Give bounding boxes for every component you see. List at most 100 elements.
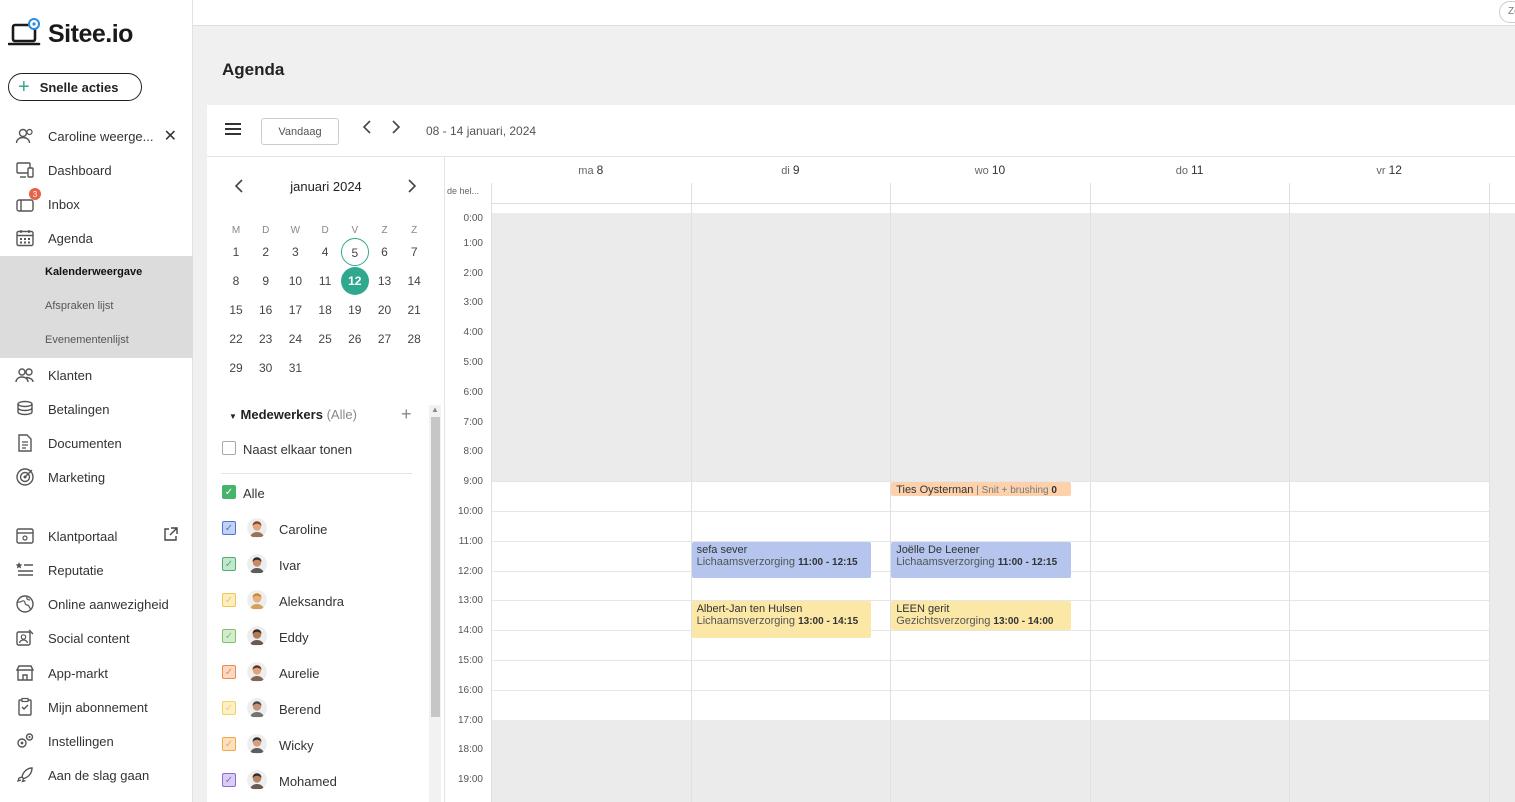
subnav-kalenderweergave[interactable]: Kalenderweergave bbox=[45, 266, 142, 278]
mini-cal-day[interactable]: 9 bbox=[252, 267, 280, 295]
chevron-left-icon[interactable] bbox=[362, 120, 372, 139]
nav-betalingen[interactable]: Betalingen bbox=[0, 392, 193, 426]
nav-mijn-abonnement[interactable]: Mijn abonnement bbox=[0, 690, 193, 724]
chevron-right-icon[interactable] bbox=[391, 120, 401, 139]
staff-scrollbar[interactable]: ▲ bbox=[429, 405, 441, 802]
staff-checkbox[interactable]: ✓ bbox=[222, 593, 236, 607]
nav-inbox[interactable]: 3 Inbox bbox=[0, 187, 193, 221]
staff-checkbox[interactable]: ✓ bbox=[222, 737, 236, 751]
calendar-event[interactable]: Ties Oysterman | Snit + brushing 0 bbox=[891, 482, 1071, 497]
scroll-up-icon[interactable]: ▲ bbox=[431, 405, 439, 414]
mini-cal-day[interactable]: 30 bbox=[252, 354, 280, 382]
mini-cal-day[interactable]: 27 bbox=[371, 325, 399, 353]
calendar-event[interactable]: Albert-Jan ten Hulsen Lichaamsverzorging … bbox=[691, 601, 872, 638]
mini-cal-day[interactable]: 10 bbox=[281, 267, 309, 295]
mini-cal-day[interactable]: 2 bbox=[252, 238, 280, 266]
hour-label: 12:00 bbox=[457, 565, 483, 577]
nav-dashboard[interactable]: Dashboard bbox=[0, 153, 193, 187]
day-header[interactable]: do 11 bbox=[1090, 157, 1290, 185]
event-client-name: Ties Oysterman bbox=[896, 484, 974, 497]
nav-klanten[interactable]: Klanten bbox=[0, 358, 193, 392]
side-by-side-checkbox[interactable] bbox=[222, 441, 236, 455]
external-link-icon[interactable] bbox=[163, 527, 178, 545]
scroll-thumb[interactable] bbox=[431, 417, 440, 717]
mini-cal-weekday: Z bbox=[381, 225, 388, 236]
mini-cal-day[interactable]: 19 bbox=[341, 296, 369, 324]
day-header[interactable]: ma 8 bbox=[491, 157, 691, 185]
staff-checkbox[interactable]: ✓ bbox=[222, 629, 236, 643]
mini-cal-day[interactable]: 28 bbox=[400, 325, 428, 353]
nav-app-markt[interactable]: App-markt bbox=[0, 656, 193, 690]
calendar-event[interactable]: Joëlle De Leener Lichaamsverzorging 11:00… bbox=[891, 541, 1071, 579]
mini-cal-weekday: V bbox=[351, 225, 359, 236]
staff-name: Berend bbox=[279, 702, 321, 717]
day-header[interactable]: vr 12 bbox=[1289, 157, 1489, 185]
nav-klantportaal[interactable]: Klantportaal bbox=[0, 519, 193, 553]
subnav-evenementenlijst[interactable]: Evenementenlijst bbox=[45, 334, 129, 346]
mini-cal-day[interactable]: 20 bbox=[371, 296, 399, 324]
mini-cal-day[interactable]: 3 bbox=[281, 238, 309, 266]
staff-name: Ivar bbox=[279, 558, 301, 573]
mini-cal-day[interactable]: 16 bbox=[252, 296, 280, 324]
nav-marketing[interactable]: Marketing bbox=[0, 460, 193, 494]
nav-aan-de-slag-gaan[interactable]: Aan de slag gaan bbox=[0, 758, 193, 792]
mini-cal-next-icon[interactable] bbox=[407, 179, 417, 197]
mini-cal-day[interactable]: 12 bbox=[340, 267, 369, 295]
staff-checkbox[interactable]: ✓ bbox=[222, 557, 236, 571]
mini-cal-day[interactable]: 6 bbox=[371, 238, 399, 266]
close-icon[interactable]: ✕ bbox=[164, 126, 177, 146]
nav-social-content[interactable]: Social content bbox=[0, 621, 193, 655]
staff-checkbox[interactable]: ✓ bbox=[222, 701, 236, 715]
social-content-icon bbox=[14, 627, 36, 649]
mini-cal-day[interactable]: 13 bbox=[371, 267, 399, 295]
day-header[interactable]: wo 10 bbox=[890, 157, 1090, 185]
mini-cal-day[interactable]: 21 bbox=[400, 296, 428, 324]
search-input[interactable]: Zoeken bbox=[1499, 1, 1515, 23]
day-header[interactable]: di 9 bbox=[691, 157, 891, 185]
mini-cal-day[interactable]: 26 bbox=[341, 325, 369, 353]
mini-cal-day[interactable]: 14 bbox=[400, 267, 428, 295]
mini-cal-day[interactable]: 4 bbox=[311, 238, 339, 266]
add-staff-icon[interactable]: + bbox=[401, 404, 412, 425]
hamburger-menu-icon[interactable] bbox=[225, 123, 241, 137]
mini-cal-day[interactable]: 7 bbox=[400, 238, 428, 266]
plus-icon: + bbox=[18, 76, 30, 98]
mini-cal-day[interactable]: 8 bbox=[222, 267, 250, 295]
nav-documenten[interactable]: Documenten bbox=[0, 426, 193, 460]
mini-cal-day[interactable]: 17 bbox=[281, 296, 309, 324]
mini-cal-day[interactable]: 31 bbox=[281, 354, 309, 382]
mini-cal-day[interactable]: 5 bbox=[340, 238, 369, 266]
hour-label: 14:00 bbox=[457, 625, 483, 637]
caret-down-icon: ▼ bbox=[229, 412, 237, 421]
mini-cal-weekday: D bbox=[321, 225, 329, 236]
nav-online-aanwezigheid[interactable]: Online aanwezigheid bbox=[0, 587, 193, 621]
calendar-event[interactable]: sefa sever Lichaamsverzorging 11:00 - 12:… bbox=[691, 541, 872, 579]
staff-checkbox[interactable]: ✓ bbox=[222, 521, 236, 535]
staff-checkbox[interactable]: ✓ bbox=[222, 665, 236, 679]
mini-cal-day[interactable]: 11 bbox=[311, 267, 339, 295]
nav-reputatie[interactable]: Reputatie bbox=[0, 553, 193, 587]
nav-agenda[interactable]: Agenda bbox=[0, 221, 193, 255]
today-button[interactable]: Vandaag bbox=[261, 118, 339, 145]
nav-instellingen[interactable]: Instellingen bbox=[0, 724, 193, 758]
mini-cal-day[interactable]: 25 bbox=[311, 325, 339, 353]
nav-current-view[interactable]: Caroline weerge... ✕ bbox=[0, 119, 193, 153]
mini-calendar-header: januari 2024 bbox=[221, 179, 431, 199]
mini-cal-day[interactable]: 23 bbox=[252, 325, 280, 353]
mini-cal-day[interactable]: 18 bbox=[311, 296, 339, 324]
mini-cal-day[interactable]: 29 bbox=[222, 354, 250, 382]
mini-cal-day[interactable]: 15 bbox=[222, 296, 250, 324]
mini-cal-day[interactable]: 22 bbox=[222, 325, 250, 353]
staff-checkbox[interactable]: ✓ bbox=[222, 773, 236, 787]
all-staff-checkbox[interactable]: ✓ bbox=[222, 485, 236, 499]
calendar-event[interactable]: LEEN gerit Gezichtsverzorging 13:00 - 14:… bbox=[891, 601, 1071, 631]
left-pane: januari 2024 M D W D V Z Z 1 2 3 4 5 6 7 8 9 10 11 12 13 14 1… bbox=[207, 157, 445, 802]
mini-cal-day[interactable]: 24 bbox=[281, 325, 309, 353]
brand-logo[interactable]: Sitee.io bbox=[8, 14, 133, 54]
mini-cal-day[interactable]: 1 bbox=[222, 238, 250, 266]
staff-header[interactable]: ▼ Medewerkers (Alle) bbox=[229, 407, 357, 422]
quick-actions-button[interactable]: + Snelle acties bbox=[8, 73, 142, 101]
event-detail: Lichaamsverzorging 11:00 - 12:15 bbox=[896, 556, 1066, 569]
day-header-num: 9 bbox=[792, 163, 800, 177]
subnav-afspraken-lijst[interactable]: Afspraken lijst bbox=[45, 300, 113, 312]
